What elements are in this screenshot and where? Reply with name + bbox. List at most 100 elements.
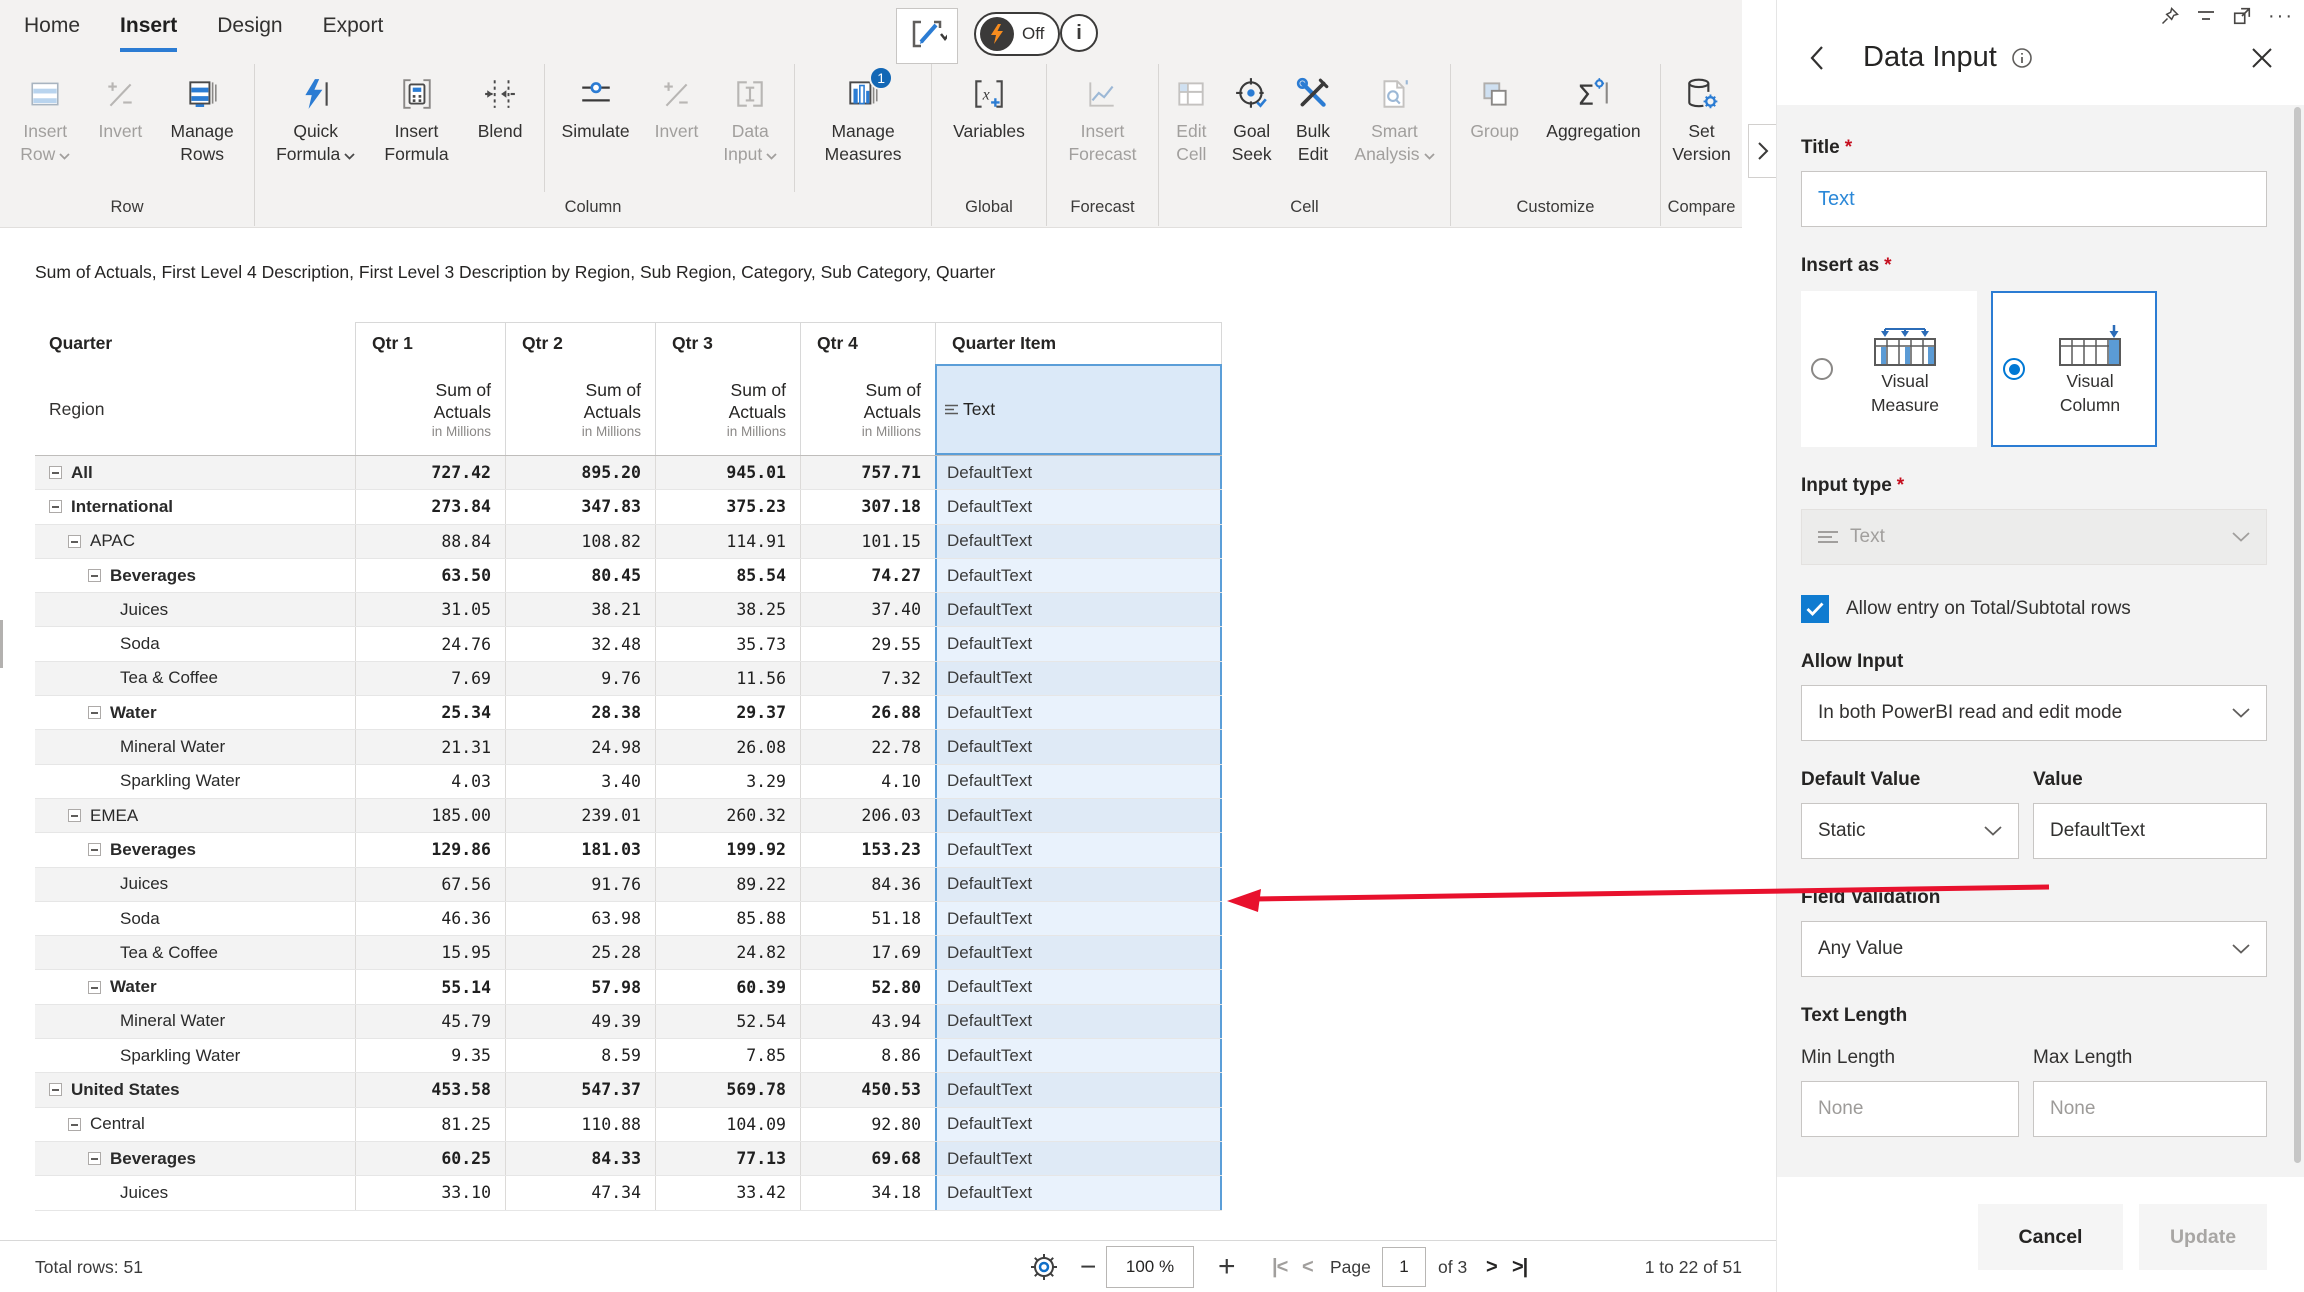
row-label-cell[interactable]: Mineral Water xyxy=(35,1005,355,1038)
text-cell[interactable]: DefaultText xyxy=(935,970,1222,1003)
goal-seek-button[interactable]: GoalSeek xyxy=(1224,64,1280,192)
collapse-icon[interactable] xyxy=(88,569,101,582)
row-dimension-label[interactable]: Region xyxy=(35,364,355,455)
row-label-cell[interactable]: Central xyxy=(35,1108,355,1141)
value-cell[interactable]: 85.54 xyxy=(655,559,800,592)
data-input-button[interactable]: DataInput xyxy=(715,64,785,192)
text-cell[interactable]: DefaultText xyxy=(935,593,1222,626)
radio-unselected-icon[interactable] xyxy=(1811,358,1833,380)
collapse-icon[interactable] xyxy=(68,535,81,548)
value-cell[interactable]: 206.03 xyxy=(800,799,935,832)
input-type-dropdown[interactable]: Text xyxy=(1801,509,2267,565)
value-cell[interactable]: 4.10 xyxy=(800,765,935,798)
next-page-button[interactable]: > xyxy=(1486,1241,1497,1292)
value-cell[interactable]: 547.37 xyxy=(505,1073,655,1106)
value-cell[interactable]: 7.69 xyxy=(355,662,505,695)
value-cell[interactable]: 77.13 xyxy=(655,1142,800,1175)
row-label-cell[interactable]: Soda xyxy=(35,627,355,660)
measure-header[interactable]: Sum ofActualsin Millions xyxy=(505,364,655,455)
measure-header[interactable]: Sum ofActualsin Millions xyxy=(800,364,935,455)
set-version-button[interactable]: SetVersion xyxy=(1664,64,1738,192)
value-cell[interactable]: 22.78 xyxy=(800,730,935,763)
value-cell[interactable]: 7.85 xyxy=(655,1039,800,1072)
zoom-out-button[interactable]: − xyxy=(1080,1241,1096,1292)
collapse-icon[interactable] xyxy=(68,809,81,822)
bulk-edit-button[interactable]: BulkEdit xyxy=(1287,64,1339,192)
value-cell[interactable]: 945.01 xyxy=(655,456,800,489)
text-cell[interactable]: DefaultText xyxy=(935,456,1222,489)
last-page-button[interactable]: >| xyxy=(1512,1241,1527,1292)
value-cell[interactable]: 9.76 xyxy=(505,662,655,695)
value-cell[interactable]: 7.32 xyxy=(800,662,935,695)
text-cell[interactable]: DefaultText xyxy=(935,1142,1222,1175)
collapse-icon[interactable] xyxy=(88,843,101,856)
text-cell[interactable]: DefaultText xyxy=(935,662,1222,695)
collapse-icon[interactable] xyxy=(88,981,101,994)
text-cell[interactable]: DefaultText xyxy=(935,799,1222,832)
value-cell[interactable]: 110.88 xyxy=(505,1108,655,1141)
row-label-cell[interactable]: Beverages xyxy=(35,559,355,592)
value-cell[interactable]: 24.98 xyxy=(505,730,655,763)
value-cell[interactable]: 63.50 xyxy=(355,559,505,592)
value-cell[interactable]: 727.42 xyxy=(355,456,505,489)
row-label-cell[interactable]: All xyxy=(35,456,355,489)
column-header[interactable]: Qtr 1 xyxy=(355,322,505,364)
row-label-cell[interactable]: Tea & Coffee xyxy=(35,662,355,695)
value-cell[interactable]: 91.76 xyxy=(505,868,655,901)
value-cell[interactable]: 24.82 xyxy=(655,936,800,969)
measure-header[interactable]: Sum ofActualsin Millions xyxy=(655,364,800,455)
value-cell[interactable]: 38.21 xyxy=(505,593,655,626)
info-button[interactable]: i xyxy=(1060,14,1098,52)
column-header[interactable]: Quarter xyxy=(35,322,355,364)
value-cell[interactable]: 57.98 xyxy=(505,970,655,1003)
value-cell[interactable]: 35.73 xyxy=(655,627,800,660)
value-cell[interactable]: 3.40 xyxy=(505,765,655,798)
allow-input-dropdown[interactable]: In both PowerBI read and edit mode xyxy=(1801,685,2267,741)
field-validation-dropdown[interactable]: Any Value xyxy=(1801,921,2267,977)
value-cell[interactable]: 25.34 xyxy=(355,696,505,729)
value-cell[interactable]: 43.94 xyxy=(800,1005,935,1038)
value-cell[interactable]: 3.29 xyxy=(655,765,800,798)
row-label-cell[interactable]: EMEA xyxy=(35,799,355,832)
row-label-cell[interactable]: Soda xyxy=(35,902,355,935)
collapse-icon[interactable] xyxy=(88,706,101,719)
value-cell[interactable]: 450.53 xyxy=(800,1073,935,1106)
value-cell[interactable]: 101.15 xyxy=(800,525,935,558)
collapse-icon[interactable] xyxy=(49,500,62,513)
default-text-input[interactable] xyxy=(2033,803,2267,859)
value-cell[interactable]: 129.86 xyxy=(355,833,505,866)
value-cell[interactable]: 55.14 xyxy=(355,970,505,1003)
value-cell[interactable]: 24.76 xyxy=(355,627,505,660)
row-label-cell[interactable]: Beverages xyxy=(35,1142,355,1175)
value-cell[interactable]: 153.23 xyxy=(800,833,935,866)
ribbon-expand-button[interactable] xyxy=(1748,124,1778,178)
previous-page-button[interactable]: < xyxy=(1302,1241,1313,1292)
value-cell[interactable]: 569.78 xyxy=(655,1073,800,1106)
zoom-level-input[interactable] xyxy=(1107,1247,1193,1287)
value-cell[interactable]: 21.31 xyxy=(355,730,505,763)
value-cell[interactable]: 33.10 xyxy=(355,1176,505,1209)
text-cell[interactable]: DefaultText xyxy=(935,765,1222,798)
value-cell[interactable]: 185.00 xyxy=(355,799,505,832)
text-cell[interactable]: DefaultText xyxy=(935,696,1222,729)
column-header-quarter-item[interactable]: Quarter Item xyxy=(935,322,1222,364)
collapse-icon[interactable] xyxy=(68,1118,81,1131)
text-cell[interactable]: DefaultText xyxy=(935,627,1222,660)
value-cell[interactable]: 17.69 xyxy=(800,936,935,969)
row-label-cell[interactable]: Water xyxy=(35,970,355,1003)
tab-design[interactable]: Design xyxy=(217,14,282,52)
text-cell[interactable]: DefaultText xyxy=(935,1073,1222,1106)
column-header[interactable]: Qtr 2 xyxy=(505,322,655,364)
blend-button[interactable]: Blend xyxy=(470,64,531,192)
visual-column-option[interactable]: VisualColumn xyxy=(1991,291,2157,447)
page-number-input[interactable] xyxy=(1383,1248,1425,1286)
value-cell[interactable]: 85.88 xyxy=(655,902,800,935)
value-cell[interactable]: 92.80 xyxy=(800,1108,935,1141)
value-cell[interactable]: 757.71 xyxy=(800,456,935,489)
value-cell[interactable]: 239.01 xyxy=(505,799,655,832)
value-cell[interactable]: 26.08 xyxy=(655,730,800,763)
text-cell[interactable]: DefaultText xyxy=(935,525,1222,558)
table-settings-gear-icon[interactable] xyxy=(1028,1241,1060,1292)
panel-scrollbar[interactable] xyxy=(2294,107,2301,1163)
radio-selected-icon[interactable] xyxy=(2003,358,2025,380)
